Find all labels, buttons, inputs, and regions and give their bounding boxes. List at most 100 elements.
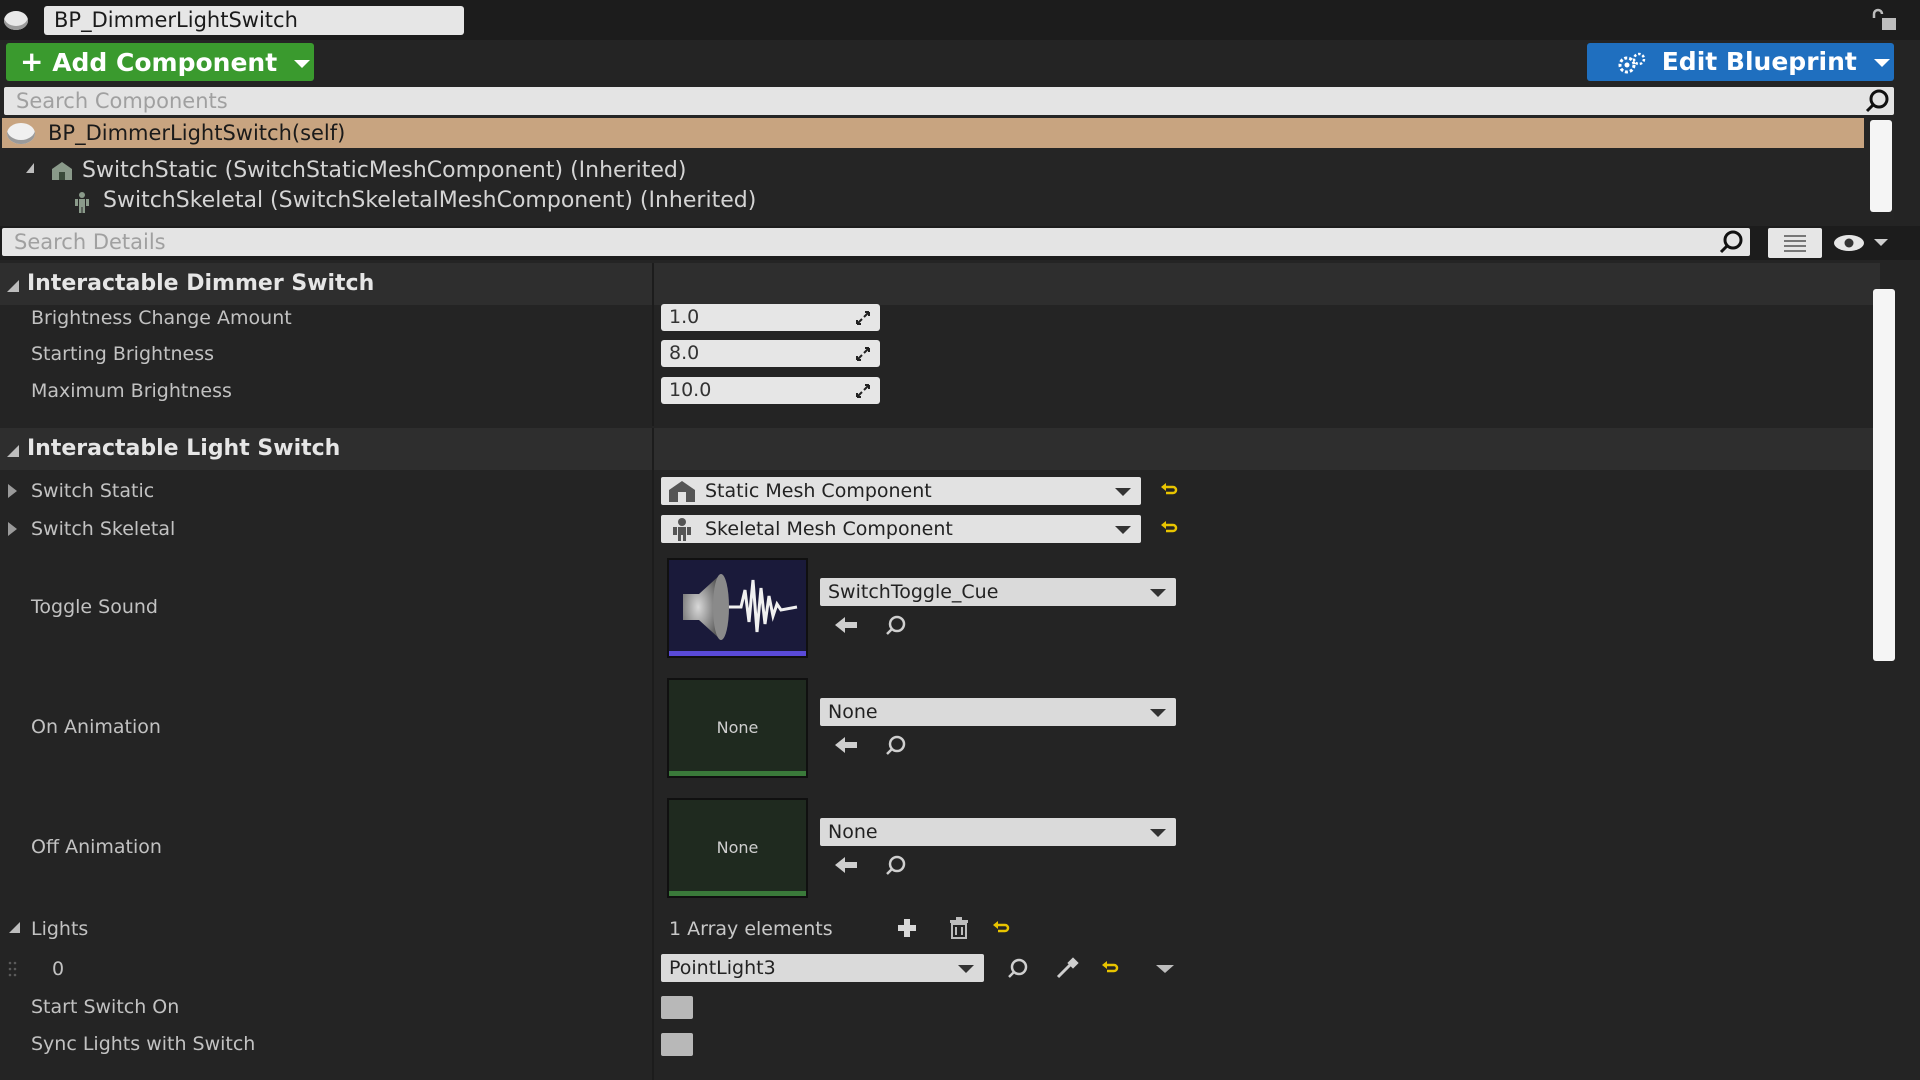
use-selected-arrow-icon[interactable] (833, 734, 859, 756)
browse-search-icon[interactable] (882, 854, 908, 876)
element-options-chevron-icon[interactable] (1156, 965, 1174, 973)
property-label: Starting Brightness (31, 343, 215, 365)
edit-blueprint-button[interactable]: Edit Blueprint (1587, 43, 1894, 81)
add-component-button[interactable]: + Add Component (6, 43, 314, 81)
blueprint-name-field[interactable]: BP_DimmerLightSwitch (44, 6, 464, 35)
switch-skeletal-dropdown[interactable]: Skeletal Mesh Component (661, 515, 1141, 543)
tree-item-switch-static[interactable]: SwitchStatic (SwitchStaticMeshComponent)… (82, 156, 686, 186)
reset-to-default-icon[interactable] (1101, 960, 1119, 976)
blueprint-object-icon (4, 11, 28, 30)
tree-item-switch-skeletal[interactable]: SwitchSkeletal (SwitchSkeletalMeshCompon… (103, 186, 756, 216)
dropdown-value: None (828, 701, 878, 723)
add-element-icon[interactable] (894, 917, 920, 939)
search-icon[interactable] (1718, 229, 1744, 255)
edit-blueprint-label: Edit Blueprint (1661, 47, 1857, 76)
array-index-label: 0 (52, 958, 65, 980)
gears-icon (1618, 52, 1646, 74)
on-animation-dropdown[interactable]: None (820, 698, 1176, 726)
dropdown-value: Skeletal Mesh Component (705, 518, 953, 540)
column-divider[interactable] (652, 428, 654, 1080)
plus-icon: + (20, 45, 44, 78)
dropdown-value: None (828, 821, 878, 843)
collapse-arrow-icon[interactable] (26, 163, 34, 173)
reset-to-default-icon[interactable] (1160, 482, 1178, 498)
on-animation-thumbnail[interactable]: None (667, 678, 808, 778)
column-divider[interactable] (652, 263, 654, 426)
sound-cue-thumbnail[interactable] (667, 558, 808, 658)
property-label: Lights (31, 918, 89, 940)
asset-type-bar (669, 891, 806, 896)
field-value: 10.0 (669, 379, 712, 401)
browse-search-icon[interactable] (1004, 957, 1030, 979)
trash-icon[interactable] (946, 917, 972, 939)
off-animation-dropdown[interactable]: None (820, 818, 1176, 846)
spin-arrows-icon (856, 347, 870, 361)
chevron-down-icon (1150, 709, 1166, 717)
static-mesh-icon (669, 481, 695, 502)
switch-static-dropdown[interactable]: Static Mesh Component (661, 477, 1141, 505)
chevron-down-icon (1150, 589, 1166, 597)
thumbnail-label: None (716, 838, 759, 857)
add-component-label: Add Component (52, 48, 278, 77)
reset-to-default-icon[interactable] (1160, 520, 1178, 536)
category-interactable-light-switch[interactable]: Interactable Light Switch (0, 428, 1880, 470)
skeletal-mesh-icon (75, 192, 89, 213)
collapse-arrow-icon[interactable] (9, 922, 20, 933)
category-title: Interactable Dimmer Switch (27, 271, 375, 296)
lock-icon[interactable] (1870, 8, 1898, 32)
details-scrollbar[interactable] (1873, 289, 1895, 661)
start-switch-on-checkbox[interactable] (661, 996, 693, 1019)
browse-search-icon[interactable] (882, 734, 908, 756)
list-view-icon (1784, 235, 1806, 252)
collapse-arrow-icon (7, 280, 19, 292)
search-components-input[interactable]: Search Components (4, 87, 1894, 115)
category-title: Interactable Light Switch (27, 436, 341, 461)
spin-arrows-icon (856, 384, 870, 398)
spin-arrows-icon (856, 311, 870, 325)
search-details-input[interactable]: Search Details (2, 228, 1750, 256)
component-tree-scrollbar[interactable] (1870, 120, 1892, 212)
browse-search-icon[interactable] (882, 614, 908, 636)
off-animation-thumbnail[interactable]: None (667, 798, 808, 898)
eyedropper-icon[interactable] (1054, 957, 1080, 979)
maximum-brightness-input[interactable]: 10.0 (661, 377, 880, 404)
chevron-down-icon (1115, 526, 1131, 534)
property-label: Switch Skeletal (31, 518, 176, 540)
tree-item-self[interactable]: BP_DimmerLightSwitch(self) (2, 118, 1864, 148)
brightness-change-amount-input[interactable]: 1.0 (661, 304, 880, 331)
collapse-arrow-icon (7, 445, 19, 457)
toggle-sound-dropdown[interactable]: SwitchToggle_Cue (820, 578, 1176, 606)
property-label: Toggle Sound (31, 596, 158, 618)
field-value: 1.0 (669, 306, 700, 328)
dropdown-value: SwitchToggle_Cue (828, 581, 999, 603)
light-actor-dropdown[interactable]: PointLight3 (661, 954, 984, 982)
array-count-label: 1 Array elements (669, 918, 833, 940)
view-options-icon[interactable] (1832, 232, 1892, 254)
tree-item-self-label: BP_DimmerLightSwitch(self) (48, 121, 346, 145)
expand-arrow-icon[interactable] (8, 522, 17, 536)
search-icon[interactable] (1864, 88, 1890, 114)
sync-lights-checkbox[interactable] (661, 1033, 693, 1056)
dropdown-value: Static Mesh Component (705, 480, 932, 502)
chevron-down-icon (1150, 829, 1166, 837)
drag-handle-icon[interactable] (8, 960, 18, 980)
expand-arrow-icon[interactable] (8, 484, 17, 498)
chevron-down-icon (958, 965, 974, 973)
sound-wave-icon (683, 574, 798, 640)
reset-to-default-icon[interactable] (992, 920, 1010, 936)
starting-brightness-input[interactable]: 8.0 (661, 340, 880, 367)
static-mesh-icon (52, 162, 72, 180)
use-selected-arrow-icon[interactable] (833, 854, 859, 876)
dropdown-value: PointLight3 (669, 957, 776, 979)
property-label: Switch Static (31, 480, 155, 502)
property-matrix-button[interactable] (1768, 228, 1822, 258)
use-selected-arrow-icon[interactable] (833, 614, 859, 636)
property-label: Brightness Change Amount (31, 307, 292, 329)
chevron-down-icon (1115, 488, 1131, 496)
asset-type-bar (669, 771, 806, 776)
category-interactable-dimmer-switch[interactable]: Interactable Dimmer Switch (0, 263, 1880, 305)
property-label: Start Switch On (31, 996, 180, 1018)
asset-type-bar (669, 651, 806, 656)
thumbnail-label: None (716, 718, 759, 737)
property-label: On Animation (31, 716, 161, 738)
